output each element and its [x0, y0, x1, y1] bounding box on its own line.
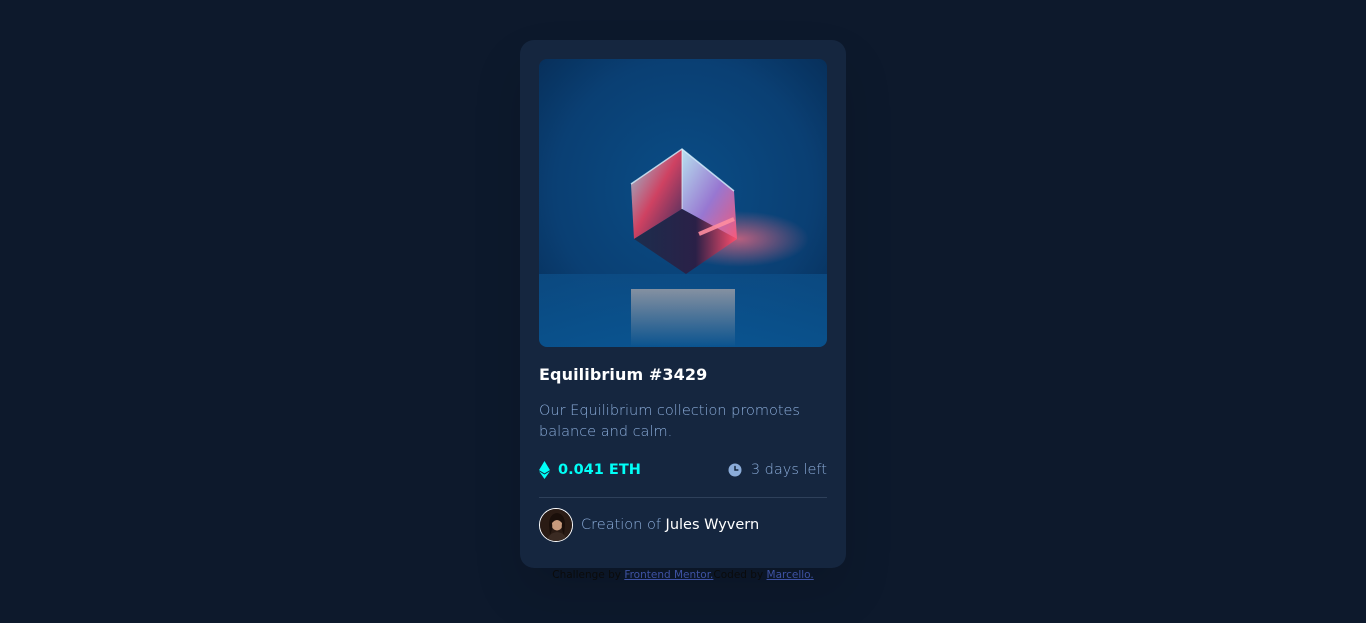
coded-prefix: Coded by [713, 569, 764, 581]
equilibrium-cube-image [539, 59, 827, 347]
avatar [539, 508, 573, 542]
nft-image[interactable] [539, 59, 827, 347]
nft-meta-row: 0.041 ETH 3 days left [539, 459, 827, 481]
challenge-prefix: Challenge by [552, 569, 621, 581]
nft-title[interactable]: Equilibrium #3429 [539, 365, 827, 385]
avatar-image [540, 509, 572, 541]
creator-text: Creation of Jules Wyvern [581, 517, 759, 533]
page: Equilibrium #3429 Our Equilibrium collec… [0, 0, 1366, 623]
frontend-mentor-link[interactable]: Frontend Mentor. [624, 569, 713, 581]
clock-icon [728, 463, 742, 477]
creator-row: Creation of Jules Wyvern [539, 508, 827, 542]
divider [539, 497, 827, 498]
nft-card: Equilibrium #3429 Our Equilibrium collec… [520, 40, 846, 568]
creator-name-link[interactable]: Jules Wyvern [666, 517, 760, 533]
time-left-value: 3 days left [750, 462, 827, 478]
author-link[interactable]: Marcello. [767, 569, 814, 581]
ethereum-icon [539, 461, 550, 479]
price-value: 0.041 ETH [558, 462, 641, 478]
nft-description: Our Equilibrium collection promotes bala… [539, 403, 800, 440]
creator-prefix: Creation of [581, 517, 661, 533]
attribution: Challenge by Frontend Mentor.Coded by Ma… [0, 569, 1366, 581]
price: 0.041 ETH [539, 461, 641, 479]
time-left: 3 days left [728, 462, 827, 478]
